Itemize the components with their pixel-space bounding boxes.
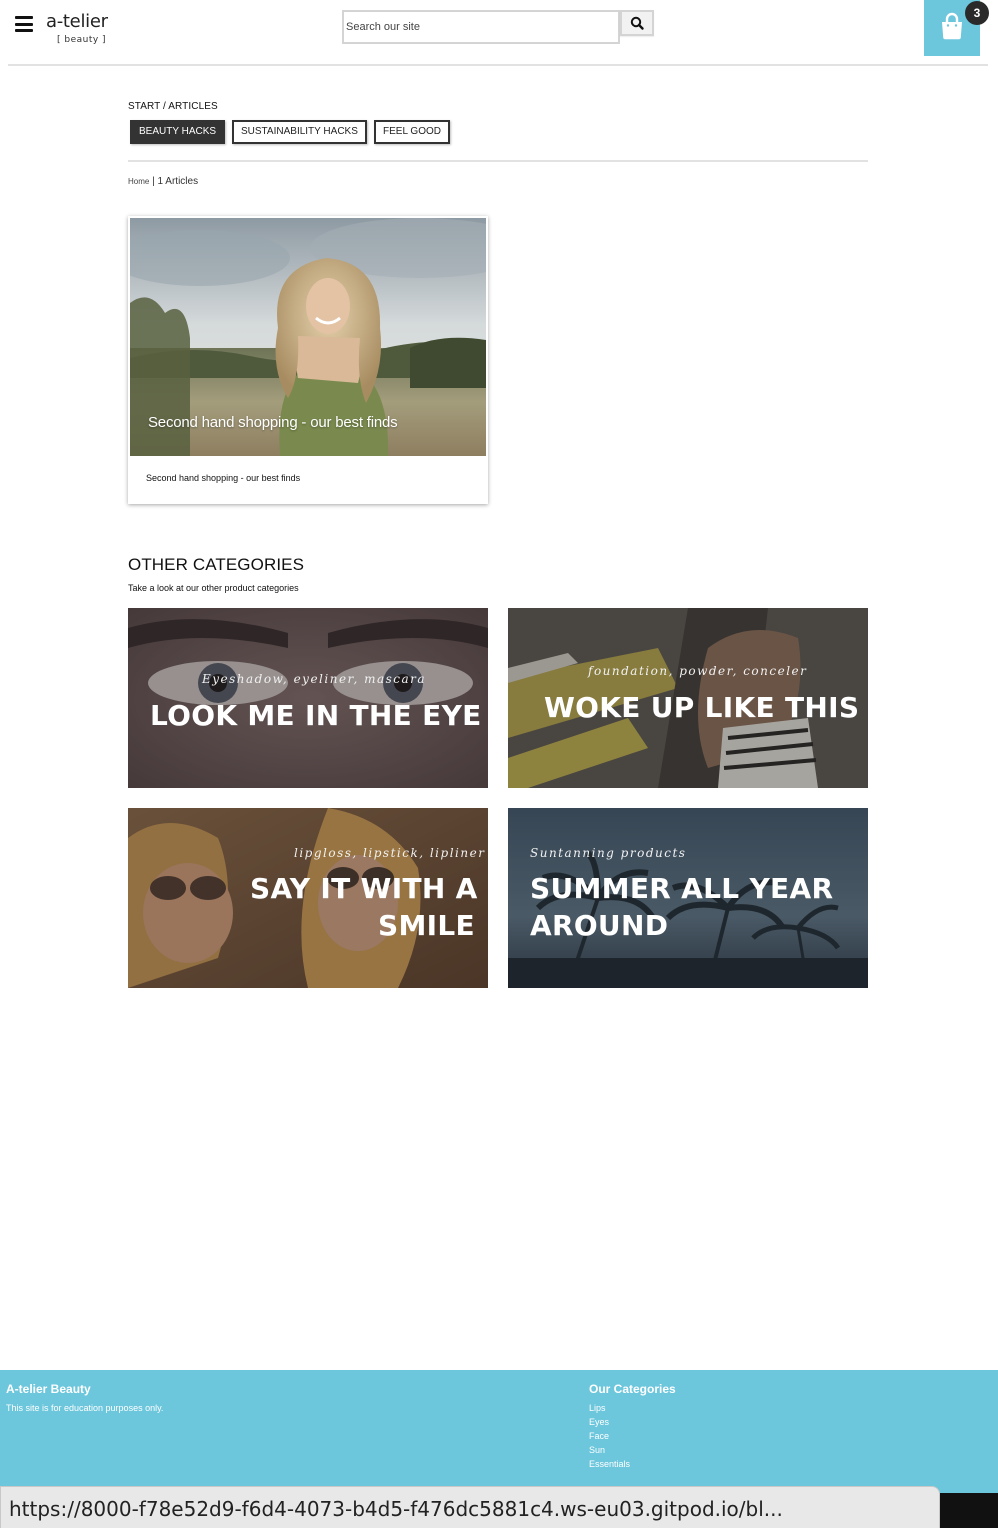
footer-categories-title: Our Categories [589, 1382, 676, 1396]
status-url: https://8000-f78e52d9-f6d4-4073-b4d5-f47… [9, 1497, 783, 1521]
menu-icon[interactable] [15, 16, 33, 32]
breadcrumb-home-link[interactable]: Home [128, 177, 149, 186]
search-button[interactable] [620, 10, 654, 36]
category-kicker: Eyeshadow, eyeliner, mascara [202, 672, 427, 686]
footer-link-lips[interactable]: Lips [589, 1403, 606, 1413]
site-header: a-telier [ beauty ] 3 [0, 0, 998, 66]
breadcrumb: START / ARTICLES [128, 101, 218, 112]
category-kicker: foundation, powder, conceler [588, 664, 808, 678]
category-kicker: Suntanning products [530, 846, 687, 860]
article-count: 1 Articles [157, 176, 199, 187]
footer-link-sun[interactable]: Sun [589, 1445, 605, 1455]
category-heading: SUMMER ALL YEAR [530, 872, 834, 905]
filter-sustainability-hacks[interactable]: SUSTAINABILITY HACKS [232, 120, 367, 144]
filter-beauty-hacks[interactable]: BEAUTY HACKS [130, 120, 226, 144]
category-kicker: lipgloss, lipstick, lipliner [294, 846, 486, 860]
breadcrumb-separator: | [152, 176, 155, 187]
category-heading: SAY IT WITH A [250, 872, 478, 905]
filter-feel-good[interactable]: FEEL GOOD [374, 120, 450, 144]
category-heading: WOKE UP LIKE THIS [544, 691, 860, 724]
search-input[interactable] [342, 10, 620, 44]
status-bar-edge [940, 1493, 998, 1528]
category-heading-line-2: SMILE [378, 909, 475, 942]
article-breadcrumb: Home | 1 Articles [128, 176, 198, 187]
site-logo[interactable]: a-telier [ beauty ] [46, 11, 118, 51]
footer-brand: A-telier Beauty [6, 1382, 91, 1396]
header-divider [8, 64, 988, 66]
article-card[interactable]: Second hand shopping - our best finds Se… [128, 216, 488, 504]
section-divider [128, 160, 868, 162]
footer-link-eyes[interactable]: Eyes [589, 1417, 609, 1427]
logo-wordmark: a-telier [46, 11, 108, 32]
category-tile-face[interactable]: foundation, powder, conceler WOKE UP LIK… [508, 608, 868, 788]
category-heading: LOOK ME IN THE EYE [150, 699, 482, 732]
other-categories-subtitle: Take a look at our other product categor… [128, 583, 299, 593]
logo-tagline: [ beauty ] [57, 35, 107, 45]
category-heading-line-2: AROUND [530, 909, 669, 942]
article-image: Second hand shopping - our best finds [130, 218, 486, 456]
category-tile-lips[interactable]: lipgloss, lipstick, lipliner SAY IT WITH… [128, 808, 488, 988]
footer-note: This site is for education purposes only… [6, 1403, 164, 1413]
browser-status-bar: https://8000-f78e52d9-f6d4-4073-b4d5-f47… [0, 1486, 940, 1528]
category-tile-sun[interactable]: Suntanning products SUMMER ALL YEAR AROU… [508, 808, 868, 988]
footer-link-face[interactable]: Face [589, 1431, 609, 1441]
search-icon [630, 16, 644, 30]
other-categories-title: OTHER CATEGORIES [128, 555, 305, 574]
article-caption[interactable]: Second hand shopping - our best finds [146, 473, 300, 483]
article-overlay-title: Second hand shopping - our best finds [148, 414, 398, 431]
footer-link-essentials[interactable]: Essentials [589, 1459, 630, 1469]
cart-count-badge: 3 [965, 1, 989, 25]
category-tile-eyes[interactable]: Eyeshadow, eyeliner, mascara LOOK ME IN … [128, 608, 488, 788]
